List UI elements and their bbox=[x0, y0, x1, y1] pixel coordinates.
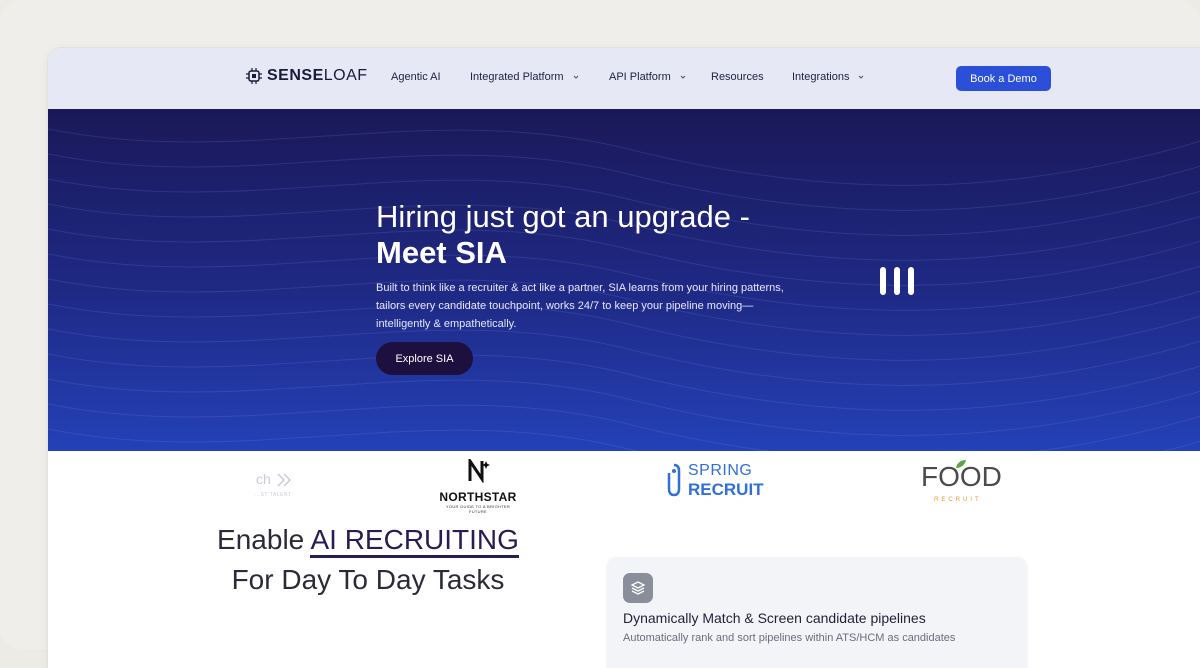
feature-description: Automatically rank and sort pipelines wi… bbox=[623, 632, 956, 644]
nav-item-label: Resources bbox=[711, 71, 764, 83]
pause-icon[interactable] bbox=[880, 267, 914, 295]
section-title-highlight: AI RECRUITING bbox=[310, 524, 519, 558]
northstar-name: NORTHSTAR bbox=[439, 490, 517, 504]
partner-logo-text: ch bbox=[256, 471, 271, 487]
client-logos-strip: ch ...ST TALENT NORTHSTAR YOUR GUIDE TO … bbox=[48, 451, 1200, 526]
hero-title-line1: Hiring just got an upgrade - bbox=[376, 199, 750, 234]
spring-recruit-logo: SPRING RECRUIT bbox=[666, 461, 764, 499]
explore-sia-button[interactable]: Explore SIA bbox=[376, 342, 473, 375]
brand-name: SENSELOAF bbox=[267, 67, 368, 84]
nav-item-resources[interactable]: Resources bbox=[711, 71, 764, 83]
northstar-mark-icon bbox=[468, 456, 490, 484]
paperclip-icon bbox=[667, 463, 681, 497]
recruit-word: RECRUIT bbox=[688, 480, 764, 499]
hero-banner: Hiring just got an upgrade - Meet SIA Bu… bbox=[48, 109, 1200, 451]
chevron-down-icon bbox=[680, 75, 686, 79]
website-window: SENSELOAF Agentic AI Integrated Platform… bbox=[48, 48, 1200, 668]
partner-logo-subtext: ...ST TALENT bbox=[255, 492, 292, 498]
hero-title: Hiring just got an upgrade - Meet SIA bbox=[376, 199, 750, 271]
brand-logo[interactable]: SENSELOAF bbox=[245, 67, 368, 85]
chevron-down-icon bbox=[573, 75, 578, 79]
feature-card[interactable]: Dynamically Match & Screen candidate pip… bbox=[607, 557, 1027, 668]
pause-bar bbox=[908, 267, 914, 295]
northstar-tagline: YOUR GUIDE TO A BRIGHTER FUTURE bbox=[445, 504, 511, 514]
nav-item-label: Integrated Platform bbox=[470, 71, 564, 83]
nav-item-agentic-ai[interactable]: Agentic AI bbox=[391, 71, 441, 83]
layers-glyph bbox=[630, 581, 646, 595]
spring-word: SPRING bbox=[688, 462, 753, 479]
section-title-line2: For Day To Day Tasks bbox=[231, 564, 505, 595]
nav-item-api-platform[interactable]: API Platform bbox=[609, 71, 686, 83]
feature-title: Dynamically Match & Screen candidate pip… bbox=[623, 610, 926, 626]
chevron-down-icon bbox=[859, 75, 864, 79]
nav-item-integrated-platform[interactable]: Integrated Platform bbox=[470, 71, 579, 83]
pause-bar bbox=[880, 267, 886, 295]
hero-description: Built to think like a recruiter & act li… bbox=[376, 282, 784, 330]
section-title: Enable AI RECRUITING For Day To Day Task… bbox=[198, 520, 538, 600]
food-recruit-logo: FOOD RECRUIT bbox=[921, 460, 1002, 503]
northstar-logo: NORTHSTAR YOUR GUIDE TO A BRIGHTER FUTUR… bbox=[438, 456, 518, 514]
hero-title-line2: Meet SIA bbox=[376, 235, 507, 270]
nav-item-label: API Platform bbox=[609, 71, 671, 83]
partner-logo-partial: ch ...ST TALENT bbox=[248, 465, 298, 501]
layers-icon bbox=[623, 573, 653, 603]
section-title-prefix: Enable bbox=[217, 524, 311, 555]
nav-item-integrations[interactable]: Integrations bbox=[792, 71, 864, 83]
recruit-subword: RECRUIT bbox=[934, 497, 982, 503]
top-navigation: SENSELOAF Agentic AI Integrated Platform… bbox=[48, 48, 1200, 109]
book-demo-button[interactable]: Book a Demo bbox=[956, 66, 1051, 91]
chip-icon bbox=[246, 68, 262, 84]
leaf-icon bbox=[956, 460, 966, 468]
pause-bar bbox=[894, 267, 900, 295]
double-chevron-icon bbox=[277, 473, 292, 487]
nav-item-label: Integrations bbox=[792, 71, 850, 83]
nav-item-label: Agentic AI bbox=[391, 71, 441, 83]
spring-recruit-words: SPRING RECRUIT bbox=[688, 461, 764, 499]
